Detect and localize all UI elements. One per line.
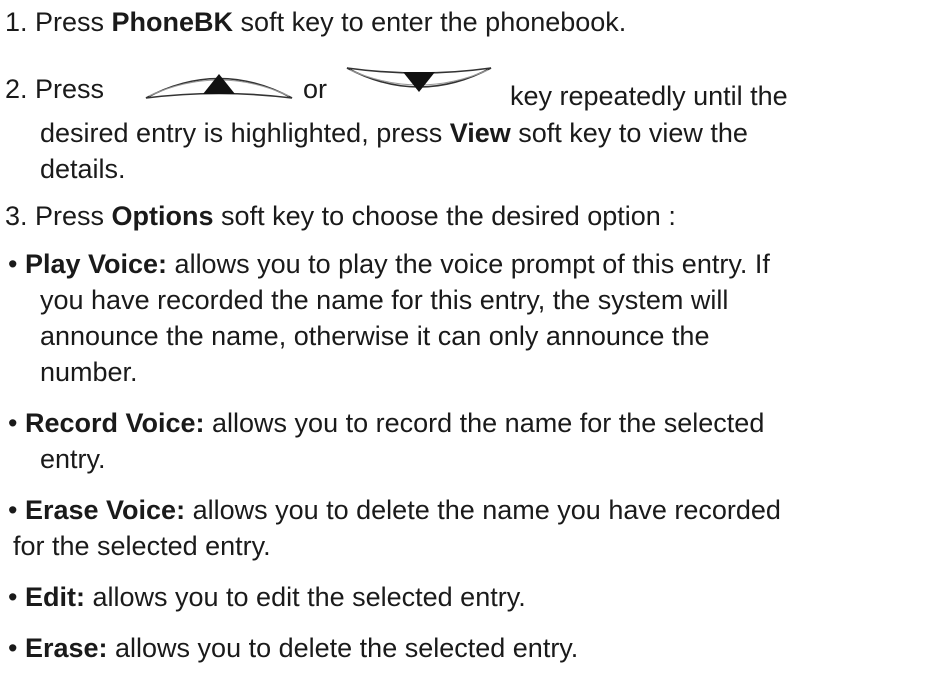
bullet: •: [8, 633, 25, 663]
step-2-text-c: details.: [40, 154, 126, 184]
bullet: •: [8, 495, 25, 525]
option-desc: allows you to edit the selected entry.: [84, 582, 526, 612]
step-3-text: soft key to choose the desired option :: [213, 201, 676, 231]
view-key-label: View: [449, 118, 511, 148]
option-edit: • Edit: allows you to edit the selected …: [8, 579, 526, 615]
up-arrow-key-icon: [145, 74, 293, 99]
option-term: Erase:: [24, 633, 108, 663]
option-desc: allows you to play the voice prompt of t…: [167, 249, 770, 279]
phonebk-key-label: PhoneBK: [111, 7, 234, 37]
step-2-line-3: details.: [40, 151, 126, 187]
option-term: Play Voice:: [24, 249, 168, 279]
option-term: Erase Voice:: [24, 495, 186, 525]
bullet: •: [8, 582, 25, 612]
option-erase-voice-line-2: for the selected entry.: [13, 528, 271, 564]
or-text: or: [303, 74, 328, 104]
step-1: 1. Press PhoneBK soft key to enter the p…: [5, 4, 626, 40]
option-record-voice-line-2: entry.: [40, 441, 106, 477]
step-1-text: soft key to enter the phonebook.: [233, 7, 627, 37]
step-3: 3. Press Options soft key to choose the …: [5, 198, 676, 234]
step-2-text-b: soft key to view the: [510, 118, 748, 148]
option-play-voice-line-3: announce the name, otherwise it can only…: [40, 318, 709, 354]
option-erase: • Erase: allows you to delete the select…: [8, 630, 578, 666]
option-desc-continued: announce the name, otherwise it can only…: [40, 321, 710, 351]
option-play-voice: • Play Voice: allows you to play the voi…: [8, 246, 770, 282]
option-term: Record Voice:: [24, 408, 205, 438]
step-2-text-a: desired entry is highlighted, press: [40, 118, 450, 148]
option-record-voice: • Record Voice: allows you to record the…: [8, 405, 764, 441]
step-3-prefix: 3. Press: [5, 201, 112, 231]
down-arrow-key-icon: [346, 67, 492, 92]
option-desc-continued: number.: [40, 357, 138, 387]
option-desc: allows you to delete the name you have r…: [185, 495, 781, 525]
option-term: Edit:: [24, 582, 85, 612]
option-desc-continued: you have recorded the name for this entr…: [40, 285, 729, 315]
step-2-text-line-1: key repeatedly until the: [510, 81, 788, 111]
step-1-prefix: 1. Press: [5, 7, 112, 37]
option-desc-continued: entry.: [40, 444, 106, 474]
option-desc-continued: for the selected entry.: [13, 531, 271, 561]
option-desc: allows you to delete the selected entry.: [107, 633, 579, 663]
option-play-voice-line-4: number.: [40, 354, 138, 390]
option-play-voice-line-2: you have recorded the name for this entr…: [40, 282, 728, 318]
step-2-prefix: 2. Press: [5, 74, 105, 104]
option-desc: allows you to record the name for the se…: [204, 408, 765, 438]
step-2-line-1: 2. Press: [5, 71, 104, 107]
bullet: •: [8, 408, 25, 438]
bullet: •: [8, 249, 25, 279]
option-erase-voice: • Erase Voice: allows you to delete the …: [8, 492, 781, 528]
step-2-line-2: desired entry is highlighted, press View…: [40, 115, 748, 151]
options-key-label: Options: [111, 201, 214, 231]
